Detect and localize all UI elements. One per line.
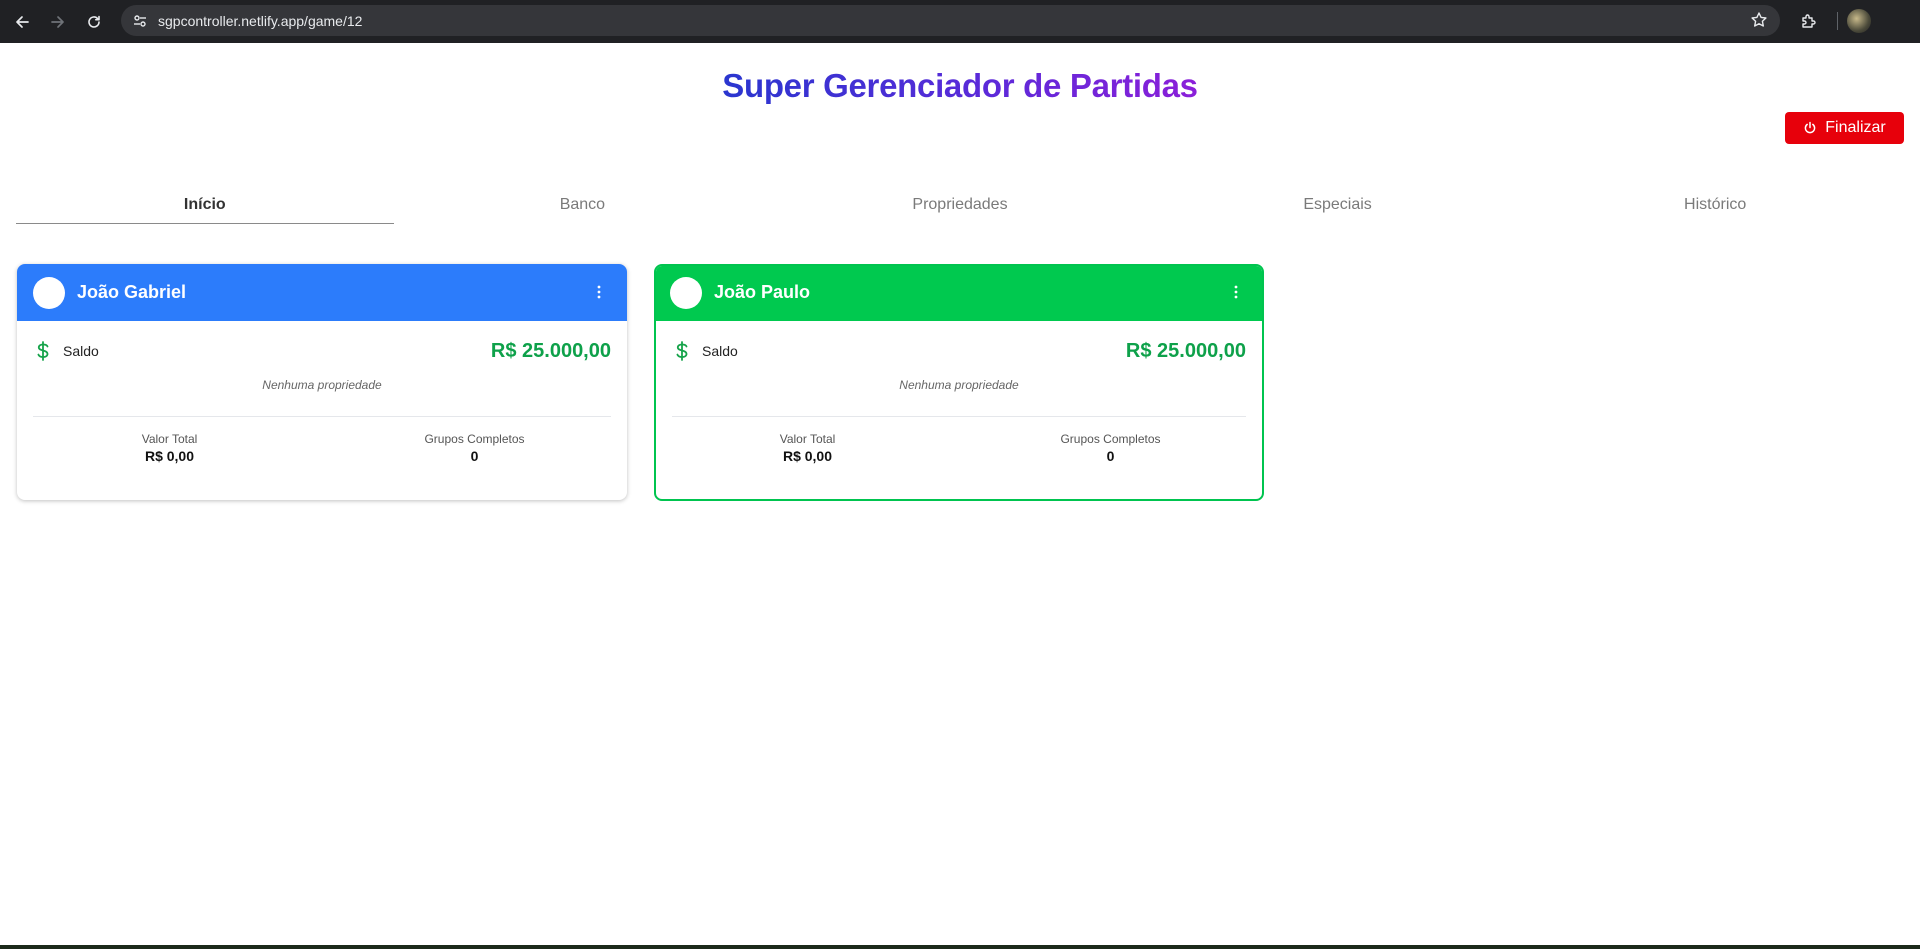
total-value: R$ 0,00 bbox=[144, 448, 195, 464]
complete-groups-stat: Grupos Completos 0 bbox=[959, 432, 1262, 464]
more-options-icon[interactable] bbox=[1226, 282, 1246, 302]
finalize-label: Finalizar bbox=[1825, 119, 1886, 136]
player-stats: Valor Total R$ 0,00 Grupos Completos 0 bbox=[17, 432, 627, 464]
power-icon bbox=[1804, 121, 1816, 134]
desktop-edge bbox=[0, 945, 1920, 949]
player-card-header: João Gabriel bbox=[17, 264, 627, 321]
extensions-puzzle-icon[interactable] bbox=[1793, 5, 1825, 37]
tab-historico[interactable]: Histórico bbox=[1526, 186, 1904, 224]
player-avatar bbox=[670, 276, 702, 309]
toolbar-separator bbox=[1837, 12, 1838, 30]
tab-banco[interactable]: Banco bbox=[394, 186, 772, 224]
complete-groups-label: Grupos Completos bbox=[1060, 432, 1161, 446]
player-name: João Gabriel bbox=[77, 282, 187, 302]
balance-value: R$ 25.000,00 bbox=[490, 339, 611, 362]
divider bbox=[672, 416, 1246, 417]
tab-bar: Início Banco Propriedades Especiais Hist… bbox=[16, 186, 1904, 224]
complete-groups-value: 0 bbox=[1106, 448, 1115, 464]
balance-value: R$ 25.000,00 bbox=[1125, 339, 1246, 362]
url-text: sgpcontroller.netlify.app/game/12 bbox=[158, 12, 363, 29]
address-bar[interactable]: sgpcontroller.netlify.app/game/12 bbox=[121, 5, 1780, 36]
balance-label: Saldo bbox=[63, 343, 99, 359]
finalize-button[interactable]: Finalizar bbox=[1785, 112, 1904, 144]
forward-icon[interactable] bbox=[40, 4, 76, 40]
reload-icon[interactable] bbox=[76, 4, 112, 40]
profile-avatar[interactable] bbox=[1847, 9, 1871, 33]
balance-row: Saldo R$ 25.000,00 bbox=[656, 321, 1262, 381]
tab-propriedades[interactable]: Propriedades bbox=[771, 186, 1149, 224]
player-avatar bbox=[33, 276, 65, 309]
complete-groups-value: 0 bbox=[470, 448, 479, 464]
dollar-icon bbox=[33, 341, 53, 361]
balance-label: Saldo bbox=[702, 343, 738, 359]
divider bbox=[33, 416, 611, 417]
tab-especiais[interactable]: Especiais bbox=[1149, 186, 1527, 224]
total-value-stat: Valor Total R$ 0,00 bbox=[656, 432, 959, 464]
complete-groups-label: Grupos Completos bbox=[424, 432, 525, 446]
complete-groups-stat: Grupos Completos 0 bbox=[322, 432, 627, 464]
page-title: Super Gerenciador de Partidas bbox=[722, 67, 1198, 104]
total-value: R$ 0,00 bbox=[782, 448, 833, 464]
site-settings-icon[interactable] bbox=[129, 10, 151, 32]
balance-row: Saldo R$ 25.000,00 bbox=[17, 321, 627, 381]
player-card-header: João Paulo bbox=[656, 266, 1262, 321]
player-card-selected[interactable]: João Paulo Saldo R$ 25.000,00 Nenhuma pr… bbox=[654, 264, 1264, 501]
player-name: João Paulo bbox=[714, 282, 811, 302]
tab-inicio[interactable]: Início bbox=[16, 186, 394, 224]
browser-toolbar: sgpcontroller.netlify.app/game/12 bbox=[0, 0, 1920, 43]
more-options-icon[interactable] bbox=[589, 282, 609, 302]
back-icon[interactable] bbox=[4, 4, 40, 40]
total-value-label: Valor Total bbox=[141, 432, 198, 446]
player-card[interactable]: João Gabriel Saldo R$ 25.000,00 Nenhuma … bbox=[17, 264, 627, 500]
page-content: Super Gerenciador de Partidas Finalizar … bbox=[0, 43, 1920, 945]
total-value-stat: Valor Total R$ 0,00 bbox=[17, 432, 322, 464]
total-value-label: Valor Total bbox=[779, 432, 836, 446]
player-stats: Valor Total R$ 0,00 Grupos Completos 0 bbox=[656, 432, 1262, 464]
dollar-icon bbox=[672, 341, 692, 361]
bookmark-star-icon[interactable] bbox=[1750, 11, 1768, 34]
